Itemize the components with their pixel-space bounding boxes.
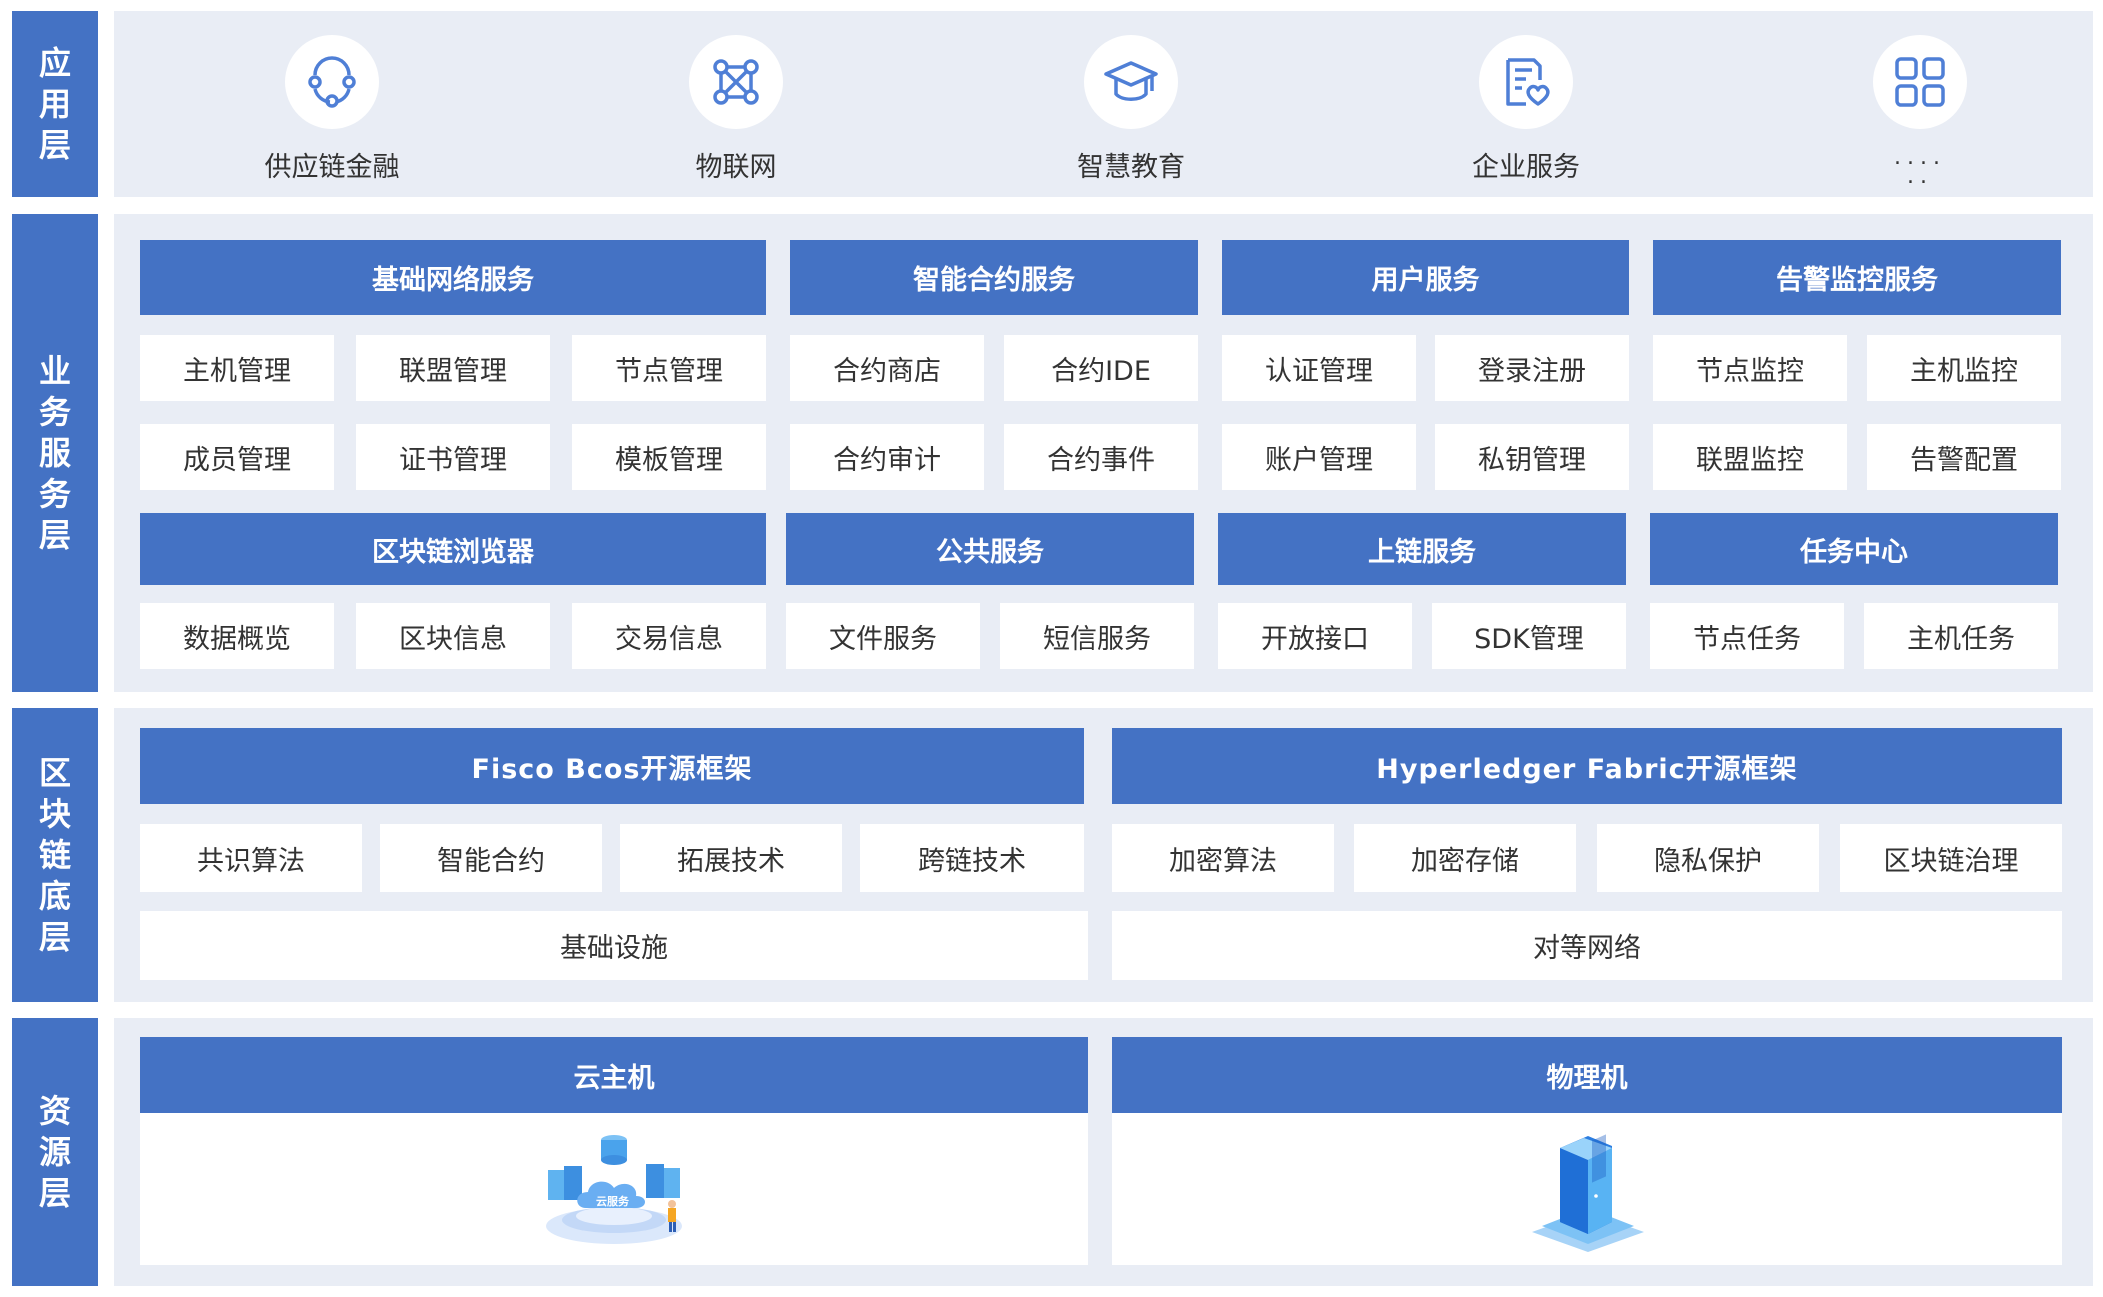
service-transaction-info[interactable]: 交易信息 [572, 603, 766, 669]
framework-header-hyperledger-fabric: Hyperledger Fabric开源框架 [1112, 728, 2062, 804]
service-member-management[interactable]: 成员管理 [140, 424, 334, 490]
service-host-task[interactable]: 主机任务 [1864, 603, 2058, 669]
service-alliance-management[interactable]: 联盟管理 [356, 335, 550, 401]
app-label: 智慧教育 [1077, 152, 1185, 183]
group-header-public-service: 公共服务 [786, 513, 1194, 585]
group-header-task-center: 任务中心 [1650, 513, 2058, 585]
supply-chain-icon [285, 35, 379, 129]
service-contract-store[interactable]: 合约商店 [790, 335, 984, 401]
grid-icon [1873, 35, 1967, 129]
tech-privacy-protection[interactable]: 隐私保护 [1597, 824, 1819, 892]
service-sdk-management[interactable]: SDK管理 [1432, 603, 1626, 669]
layer-label-resource: 资源层 [12, 1018, 98, 1286]
service-node-task[interactable]: 节点任务 [1650, 603, 1844, 669]
service-contract-event[interactable]: 合约事件 [1004, 424, 1198, 490]
enterprise-doc-icon [1479, 35, 1573, 129]
tech-encryption-algorithm[interactable]: 加密算法 [1112, 824, 1334, 892]
group-header-smart-contract: 智能合约服务 [790, 240, 1198, 315]
resource-header-physical-machine: 物理机 [1112, 1037, 2062, 1113]
tech-blockchain-governance[interactable]: 区块链治理 [1840, 824, 2062, 892]
iot-icon [689, 35, 783, 129]
service-template-management[interactable]: 模板管理 [572, 424, 766, 490]
app-label: 物联网 [695, 152, 777, 183]
app-smart-education[interactable]: 智慧教育 [1021, 35, 1241, 184]
peer-network-base[interactable]: 对等网络 [1112, 911, 2062, 980]
app-iot[interactable]: 物联网 [626, 35, 846, 184]
service-certificate-management[interactable]: 证书管理 [356, 424, 550, 490]
service-alliance-monitor[interactable]: 联盟监控 [1653, 424, 1847, 490]
service-node-management[interactable]: 节点管理 [572, 335, 766, 401]
layer-label-application: 应用层 [12, 11, 98, 197]
service-host-management[interactable]: 主机管理 [140, 335, 334, 401]
layer-label-resource-text: 资源层 [38, 1091, 71, 1212]
service-host-monitor[interactable]: 主机监控 [1867, 335, 2061, 401]
layer-label-blockchain: 区块链底层 [12, 708, 98, 1002]
cloud-illustration-label: 云服务 [596, 1195, 629, 1208]
tech-extension[interactable]: 拓展技术 [620, 824, 842, 892]
service-login-register[interactable]: 登录注册 [1435, 335, 1629, 401]
service-open-api[interactable]: 开放接口 [1218, 603, 1412, 669]
framework-header-fisco-bcos: Fisco Bcos开源框架 [140, 728, 1084, 804]
layer-label-business-text: 业务服务层 [38, 351, 71, 554]
service-sms-service[interactable]: 短信服务 [1000, 603, 1194, 669]
layer-label-application-text: 应用层 [38, 43, 71, 164]
service-account-management[interactable]: 账户管理 [1222, 424, 1416, 490]
graduation-cap-icon [1084, 35, 1178, 129]
service-block-info[interactable]: 区块信息 [356, 603, 550, 669]
tech-consensus-algorithm[interactable]: 共识算法 [140, 824, 362, 892]
service-file-service[interactable]: 文件服务 [786, 603, 980, 669]
app-enterprise-service[interactable]: 企业服务 [1416, 35, 1636, 184]
app-more[interactable]: .... .. [1810, 35, 2030, 189]
group-header-alert-monitor: 告警监控服务 [1653, 240, 2061, 315]
app-label: 企业服务 [1472, 152, 1580, 183]
service-contract-ide[interactable]: 合约IDE [1004, 335, 1198, 401]
infrastructure-base[interactable]: 基础设施 [140, 911, 1088, 980]
layer-label-business: 业务服务层 [12, 214, 98, 692]
layer-label-blockchain-text: 区块链底层 [38, 753, 71, 956]
service-node-monitor[interactable]: 节点监控 [1653, 335, 1847, 401]
tech-encrypted-storage[interactable]: 加密存储 [1354, 824, 1576, 892]
tech-cross-chain[interactable]: 跨链技术 [860, 824, 1084, 892]
physical-server-illustration [1526, 1130, 1650, 1254]
service-alert-config[interactable]: 告警配置 [1867, 424, 2061, 490]
service-data-overview[interactable]: 数据概览 [140, 603, 334, 669]
tech-smart-contract[interactable]: 智能合约 [380, 824, 602, 892]
cloud-server-illustration: 云服务 [534, 1128, 694, 1248]
resource-header-cloud-host: 云主机 [140, 1037, 1088, 1113]
group-header-onchain-service: 上链服务 [1218, 513, 1626, 585]
group-header-basic-network: 基础网络服务 [140, 240, 766, 315]
group-header-user-service: 用户服务 [1222, 240, 1629, 315]
service-contract-audit[interactable]: 合约审计 [790, 424, 984, 490]
group-header-blockchain-browser: 区块链浏览器 [140, 513, 766, 585]
app-label: 供应链金融 [264, 152, 400, 183]
service-auth-management[interactable]: 认证管理 [1222, 335, 1416, 401]
app-label-continued: .. [1907, 164, 1933, 189]
service-private-key-management[interactable]: 私钥管理 [1435, 424, 1629, 490]
app-supply-chain-finance[interactable]: 供应链金融 [222, 35, 442, 184]
